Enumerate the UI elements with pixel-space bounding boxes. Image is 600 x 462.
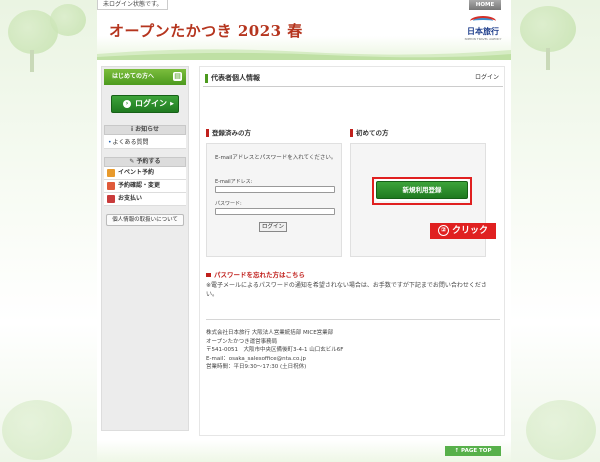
faq-label: よくある質問	[112, 139, 149, 146]
background-right	[500, 0, 600, 462]
logo-text: 日本旅行	[467, 27, 499, 36]
page-title: 代表者個人情報	[211, 74, 260, 82]
calendar-icon	[107, 168, 115, 177]
book-icon: ▤	[173, 72, 182, 81]
email-note: ※電子メールによるパスワードの通知を希望されない場合は、お手数ですが下記までお問…	[206, 282, 487, 298]
faq-link[interactable]: •よくある質問	[104, 135, 186, 149]
password-field[interactable]	[215, 208, 335, 215]
forgot-password-link[interactable]: パスワードを忘れた方はこちら	[206, 269, 305, 279]
login-submit-button[interactable]: ログイン	[259, 222, 287, 232]
business-hours: 営業時間：平日9:30〜17:30 (土日祝休)	[206, 364, 307, 370]
tree-decoration	[2, 400, 72, 460]
check-icon	[107, 181, 115, 190]
login-form-box: E-mailアドレスとパスワードを入れてください。 E-mailアドレス: パス…	[206, 143, 342, 257]
login-instruction: E-mailアドレスとパスワードを入れてください。	[215, 155, 337, 161]
first-time-heading: 初めての方	[350, 127, 389, 137]
sidebar: はじめての方へ ▤ › ログイン ▶ ⅰ お知らせ •よくある質問 ✎ 予約する …	[101, 66, 189, 431]
email-label: E-mailアドレス:	[215, 179, 253, 185]
pencil-icon: ✎	[129, 158, 137, 165]
arrow-right-icon: ›	[123, 99, 131, 108]
company-info: 株式会社日本旅行 大阪法人営業統括部 MICE営業部 オープンたかつき運営事務局…	[206, 329, 496, 372]
sidebar-item-label: 予約確認・変更	[118, 182, 161, 189]
header: 未ログイン状態です。 HOME オープンたかつき 2023 春 日本旅行 NIP…	[97, 0, 511, 60]
sidebar-item-payment[interactable]: お支払い	[104, 193, 186, 206]
header-wave-decoration	[97, 49, 511, 60]
annotation-text: クリック	[452, 226, 489, 236]
new-registration-button[interactable]: 新規利用登録	[376, 181, 468, 199]
registered-heading: 登録済みの方	[206, 127, 251, 137]
triangle-right-icon: ▶	[170, 101, 174, 107]
page-top-button[interactable]: ↑ PAGE TOP	[445, 446, 501, 456]
heading-marker	[206, 129, 209, 137]
email-field[interactable]	[215, 186, 335, 193]
sidebar-item-label: イベント予約	[118, 169, 155, 176]
heading-marker	[350, 129, 353, 137]
company-line: オープンたかつき運営事務局	[206, 338, 278, 345]
arrow-right-icon	[206, 273, 211, 277]
reserve-heading: ✎ 予約する	[104, 157, 186, 167]
wallet-icon	[107, 194, 115, 203]
tree-trunk	[30, 50, 34, 72]
news-heading: ⅰ お知らせ	[104, 125, 186, 135]
page-title-bar: 代表者個人情報 ログイン	[203, 71, 503, 87]
annotation-number: ②	[438, 225, 449, 236]
main-content: 代表者個人情報 ログイン 登録済みの方 E-mailアドレスとパスワードを入れて…	[199, 66, 505, 436]
login-breadcrumb-link[interactable]: ログイン	[475, 71, 499, 85]
sidebar-item-reservation-check[interactable]: 予約確認・変更	[104, 180, 186, 193]
tree-decoration	[520, 6, 576, 52]
login-status: 未ログイン状態です。	[97, 0, 169, 10]
sidebar-item-label: お支払い	[118, 195, 143, 202]
bullet-icon: •	[108, 139, 112, 146]
sidebar-login-button[interactable]: › ログイン ▶	[111, 95, 179, 113]
first-visit-label: はじめての方へ	[112, 73, 155, 80]
logo-subtext: NIPPON TRAVEL AGENCY	[464, 37, 502, 41]
password-label: パスワード:	[215, 201, 242, 207]
page-container: 未ログイン状態です。 HOME オープンたかつき 2023 春 日本旅行 NIP…	[97, 0, 511, 462]
click-annotation-label: ② クリック	[430, 223, 497, 239]
company-line: 〒541-0051 大阪市中央区備後町3-4-1 山口玄ビル6F	[206, 347, 344, 353]
divider	[206, 319, 500, 320]
sidebar-login-label: ログイン	[135, 99, 167, 108]
tree-trunk	[546, 48, 550, 70]
site-title: オープンたかつき 2023 春	[109, 22, 303, 40]
privacy-policy-button[interactable]: 個人情報の取扱いについて	[106, 214, 184, 226]
tree-decoration	[50, 4, 86, 36]
home-button[interactable]: HOME	[469, 0, 501, 10]
company-logo[interactable]: 日本旅行 NIPPON TRAVEL AGENCY	[463, 16, 503, 42]
sidebar-item-event-reservation[interactable]: イベント予約	[104, 167, 186, 180]
background-left	[0, 0, 100, 462]
title-accent	[205, 74, 208, 83]
tree-decoration	[526, 400, 596, 460]
first-visit-link[interactable]: はじめての方へ ▤	[104, 69, 186, 85]
company-email: E-mail：osaka_salesoffice@nta.co.jp	[206, 355, 306, 362]
company-line: 株式会社日本旅行 大阪法人営業統括部 MICE営業部	[206, 330, 334, 336]
